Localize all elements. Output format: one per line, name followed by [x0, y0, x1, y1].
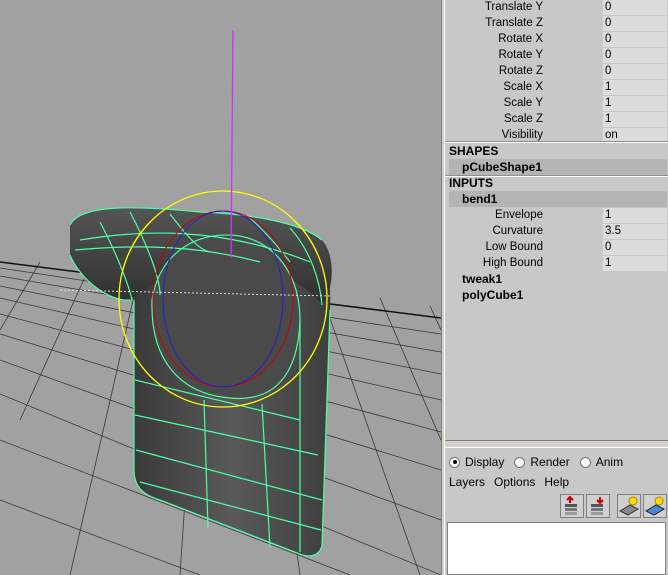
- attr-value-field[interactable]: 0: [603, 48, 667, 63]
- attr-label: Scale Y: [503, 97, 543, 109]
- mode-display-radio[interactable]: Display: [449, 454, 504, 470]
- attr-label: Rotate Z: [498, 65, 543, 77]
- menu-help[interactable]: Help: [544, 475, 569, 489]
- attr-label: Scale Z: [504, 113, 543, 125]
- mode-render-radio[interactable]: Render: [514, 454, 570, 470]
- input-node-tweak1[interactable]: tweak1: [449, 271, 667, 287]
- attr-label: Visibility: [501, 129, 543, 141]
- attr-value-field[interactable]: 1: [603, 112, 667, 127]
- attr-label: High Bound: [482, 257, 543, 269]
- new-render-layer-icon: [618, 496, 640, 516]
- radio-selected-icon: [449, 456, 460, 468]
- radio-unselected-icon: [514, 456, 526, 468]
- mode-anim-radio[interactable]: Anim: [579, 454, 624, 470]
- shapes-header: SHAPES: [449, 144, 499, 158]
- shape-node-item[interactable]: pCubeShape1: [449, 159, 667, 175]
- new-anim-layer-button[interactable]: [643, 494, 667, 518]
- channel-box: Translate Y 0 Translate Z 0 Rotate X 0 R…: [445, 0, 668, 440]
- attr-row-translate-z[interactable]: Translate Z 0: [445, 16, 668, 32]
- menu-layers[interactable]: Layers: [449, 475, 485, 489]
- attr-value-field[interactable]: 1: [603, 208, 667, 223]
- input-node-bend1[interactable]: bend1: [449, 191, 667, 207]
- bent-cube-mesh: [69, 207, 332, 557]
- attr-value-field[interactable]: 1: [603, 80, 667, 95]
- layer-editor: Display Render Anim Layers Options Help: [445, 448, 668, 575]
- viewport-scene: [0, 29, 441, 575]
- attr-label: Rotate Y: [498, 49, 543, 61]
- attr-row-curvature[interactable]: Curvature 3.5: [445, 224, 668, 240]
- attr-label: Curvature: [492, 225, 544, 237]
- attr-value-field[interactable]: 0: [603, 16, 667, 31]
- attr-value-field[interactable]: 1: [603, 96, 667, 111]
- attr-label: Translate Z: [485, 17, 543, 29]
- attr-row-rotate-y[interactable]: Rotate Y 0: [445, 48, 668, 64]
- radio-unselected-icon: [579, 456, 591, 468]
- attr-label: Low Bound: [485, 241, 543, 253]
- layer-menu-bar: Layers Options Help: [449, 475, 578, 489]
- pane-separator[interactable]: [445, 440, 668, 448]
- attr-value-field[interactable]: 0: [603, 0, 667, 15]
- layer-list[interactable]: [447, 522, 666, 575]
- attr-row-scale-z[interactable]: Scale Z 1: [445, 112, 668, 128]
- attr-value-field[interactable]: 0: [603, 240, 667, 255]
- attr-row-high-bound[interactable]: High Bound 1: [445, 256, 668, 272]
- attr-label: Rotate X: [498, 33, 543, 45]
- attr-row-scale-y[interactable]: Scale Y 1: [445, 96, 668, 112]
- section-divider: [445, 141, 668, 143]
- new-layer-button[interactable]: [560, 494, 584, 518]
- attr-row-scale-x[interactable]: Scale X 1: [445, 80, 668, 96]
- new-anim-layer-icon: [644, 496, 666, 516]
- attr-row-rotate-z[interactable]: Rotate Z 0: [445, 64, 668, 80]
- new-layer-icon: [565, 495, 577, 515]
- attr-value-field[interactable]: 0: [603, 64, 667, 79]
- attr-value-field[interactable]: 3.5: [603, 224, 667, 239]
- mode-label: Render: [530, 455, 570, 469]
- mode-label: Display: [465, 455, 505, 469]
- new-render-layer-button[interactable]: [617, 494, 641, 518]
- input-node-polycube1[interactable]: polyCube1: [449, 287, 667, 303]
- attr-label: Scale X: [503, 81, 543, 93]
- inputs-header: INPUTS: [449, 176, 494, 190]
- new-layer-from-selected-icon: [591, 497, 604, 515]
- layer-mode-radio-group: Display Render Anim: [449, 454, 633, 470]
- attr-row-translate-y[interactable]: Translate Y 0: [445, 0, 668, 16]
- attr-value-field[interactable]: 0: [603, 32, 667, 47]
- attr-row-envelope[interactable]: Envelope 1: [445, 208, 668, 224]
- attr-row-rotate-x[interactable]: Rotate X 0: [445, 32, 668, 48]
- attr-label: Translate Y: [484, 1, 543, 13]
- attr-value-field[interactable]: 1: [603, 256, 667, 271]
- new-layer-from-selected-button[interactable]: [586, 494, 610, 518]
- perspective-viewport[interactable]: [0, 0, 441, 575]
- attr-row-low-bound[interactable]: Low Bound 0: [445, 240, 668, 256]
- mode-label: Anim: [595, 455, 624, 469]
- attr-label: Envelope: [495, 209, 543, 221]
- menu-options[interactable]: Options: [494, 475, 535, 489]
